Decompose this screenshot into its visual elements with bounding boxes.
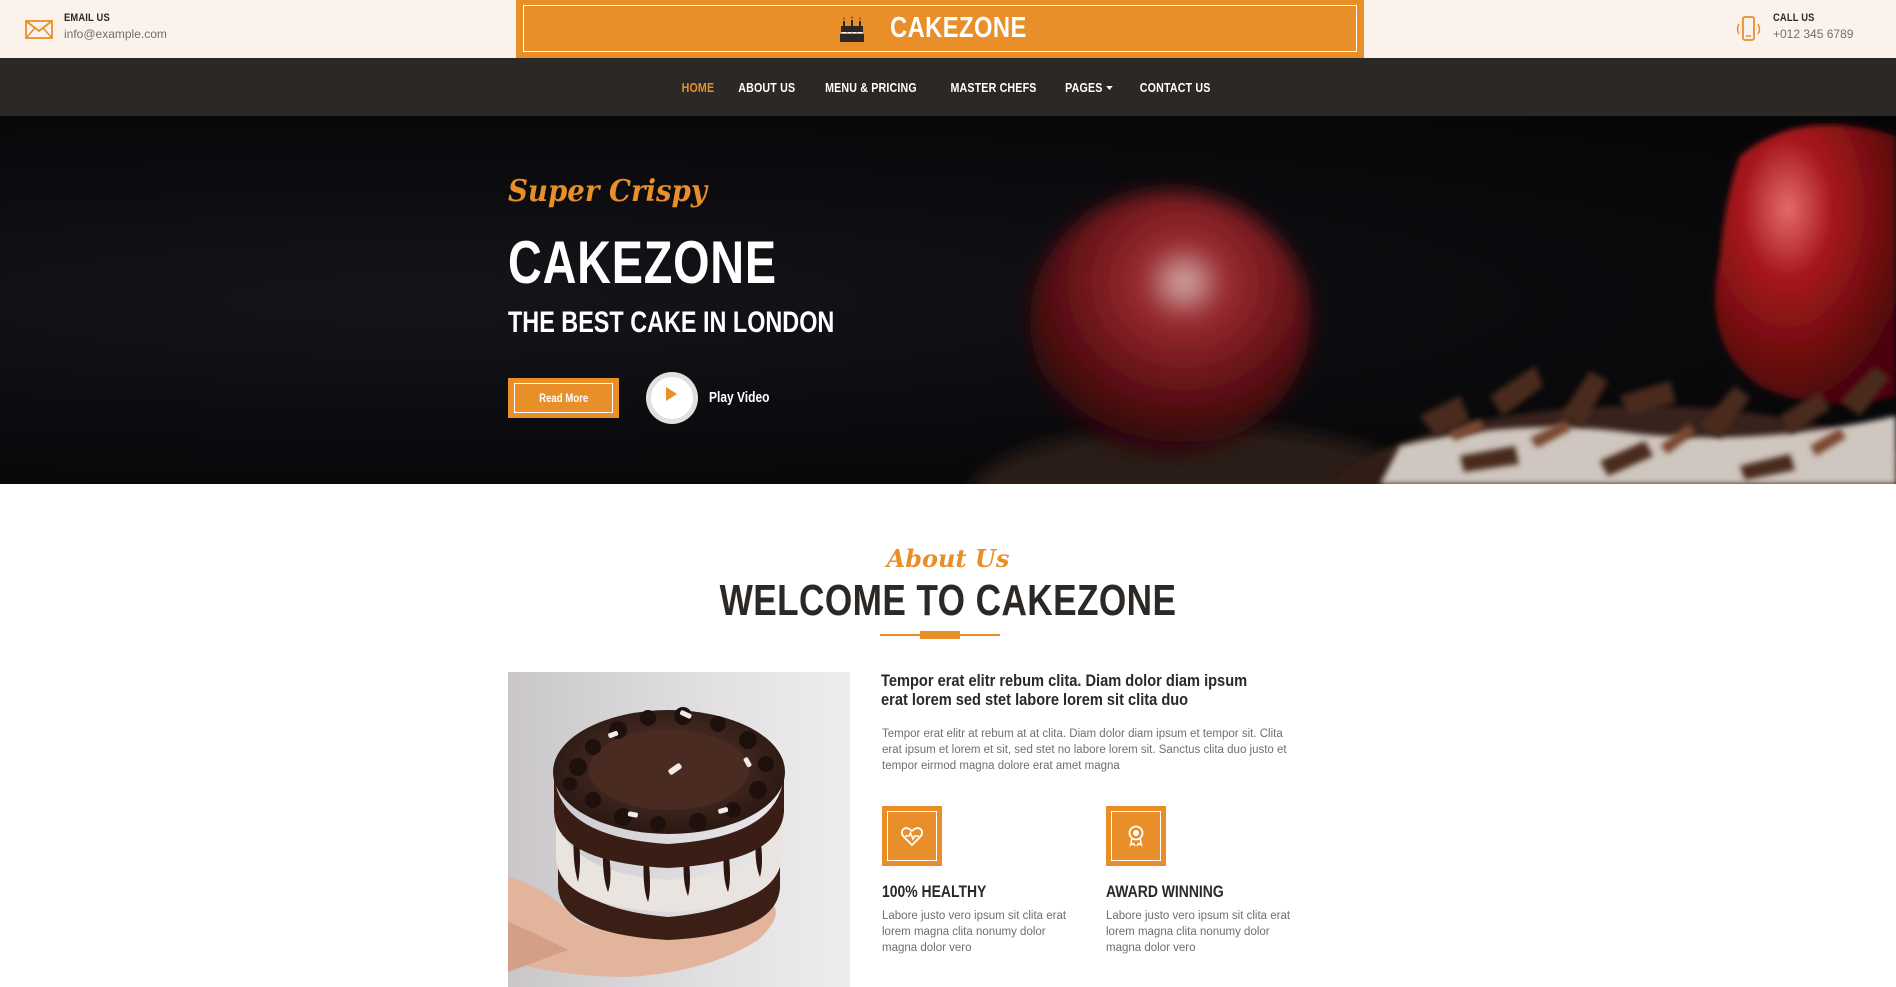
read-more-button[interactable]: Read More	[508, 378, 619, 418]
nav-item-pages-dropdown[interactable]: PAGES	[1065, 79, 1113, 95]
email-label: EMAIL US	[64, 12, 110, 24]
heart-pulse-icon	[900, 827, 924, 847]
nav-item-pages-label: PAGES	[1065, 79, 1103, 95]
about-title: WELCOME TO CAKEZONE	[719, 576, 1177, 625]
nav-item-about-us[interactable]: ABOUT US	[738, 80, 795, 95]
nav-item-home[interactable]: HOME	[682, 80, 715, 95]
read-more-frame: Read More	[514, 383, 613, 413]
email-contact[interactable]: EMAIL US info@example.com	[24, 12, 167, 44]
call-contact[interactable]: CALL US +012 345 6789	[1733, 12, 1853, 44]
phone-icon	[1736, 16, 1761, 41]
hero-banner: Super Crispy CAKEZONE THE BEST CAKE IN L…	[0, 116, 1896, 484]
email-address[interactable]: info@example.com	[64, 27, 167, 41]
site-logo[interactable]: CAKEZONE	[516, 0, 1364, 58]
hero-cake-photo	[973, 124, 1896, 484]
feature-badge	[1106, 806, 1166, 866]
hero-title: CAKEZONE	[508, 229, 777, 296]
cake-photo-illustration	[508, 672, 850, 987]
feature-title: AWARD WINNING	[1106, 882, 1224, 901]
feature-badge-frame	[1111, 811, 1161, 861]
feature-badge-frame	[887, 811, 937, 861]
nav-item-menu-pricing[interactable]: MENU & PRICING	[825, 80, 917, 95]
nav-item-contact-us[interactable]: CONTACT US	[1139, 80, 1210, 95]
call-label: CALL US	[1773, 12, 1815, 24]
about-lead-text: Tempor erat elitr rebum clita. Diam dolo…	[881, 671, 1248, 709]
about-body-text: Tempor erat elitr at rebum at at clita. …	[882, 728, 1287, 772]
read-more-label: Read More	[538, 391, 589, 405]
play-icon	[666, 387, 677, 401]
play-video-label[interactable]: Play Video	[709, 389, 769, 406]
logo-text: CAKEZONE	[889, 12, 1027, 44]
top-contact-bar: EMAIL US info@example.com CAKEZONE CALL …	[0, 0, 1896, 58]
feature-title: 100% HEALTHY	[882, 882, 987, 901]
feature-text: Labore justo vero ipsum sit clita erat l…	[1106, 910, 1291, 954]
award-icon	[1128, 825, 1144, 847]
main-navigation: HOME ABOUT US MENU & PRICING MASTER CHEF…	[0, 58, 1896, 116]
hero-kicker: Super Crispy	[508, 174, 707, 209]
cake-photo	[508, 672, 850, 987]
play-video-button[interactable]	[646, 372, 698, 424]
nav-menu: HOME ABOUT US MENU & PRICING MASTER CHEF…	[0, 58, 1896, 116]
feature-badge	[882, 806, 942, 866]
envelope-icon	[25, 20, 53, 39]
caret-down-icon	[1105, 86, 1113, 91]
feature-healthy: 100% HEALTHY Labore justo vero ipsum sit…	[882, 806, 1082, 956]
phone-number[interactable]: +012 345 6789	[1773, 27, 1853, 41]
about-kicker: About Us	[886, 544, 1010, 573]
feature-award-winning: AWARD WINNING Labore justo vero ipsum si…	[1106, 806, 1306, 956]
nav-item-master-chefs[interactable]: MASTER CHEFS	[951, 80, 1037, 95]
feature-text: Labore justo vero ipsum sit clita erat l…	[882, 910, 1067, 954]
birthday-cake-icon	[839, 15, 864, 42]
logo-frame: CAKEZONE	[523, 5, 1357, 52]
section-divider-accent	[920, 631, 960, 639]
hero-subtitle: THE BEST CAKE IN LONDON	[508, 306, 835, 339]
